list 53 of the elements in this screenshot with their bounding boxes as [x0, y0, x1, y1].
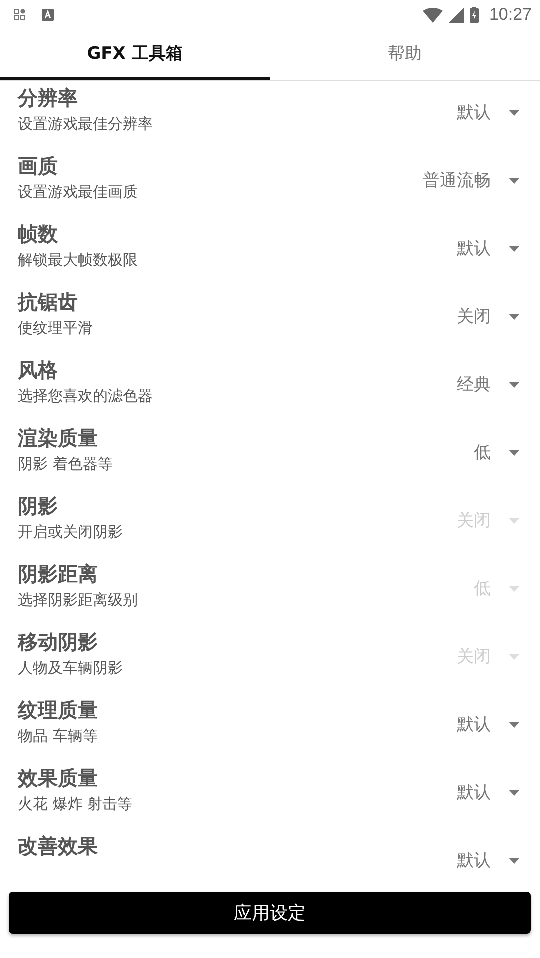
setting-dropdown[interactable]: 关闭 [457, 305, 520, 328]
signal-icon [449, 8, 464, 22]
setting-title: 帧数 [18, 221, 59, 248]
setting-dropdown[interactable]: 默认 [457, 781, 520, 804]
setting-title: 画质 [18, 153, 59, 180]
setting-title: 渲染质量 [18, 425, 99, 452]
keyboard-icon [42, 9, 54, 21]
setting-title: 纹理质量 [18, 697, 98, 724]
setting-description: 开启或关闭阴影 [18, 523, 123, 542]
dropdown-caret-icon [509, 518, 520, 524]
dropdown-caret-icon [509, 450, 520, 456]
setting-dropdown[interactable]: 默认 [457, 713, 520, 736]
setting-title: 阴影距离 [18, 561, 99, 588]
apply-settings-button[interactable]: 应用设定 [9, 892, 531, 934]
setting-description: 选择阴影距离级别 [18, 591, 138, 610]
setting-title: 改善效果 [18, 833, 98, 860]
setting-dropdown[interactable]: 低 [474, 441, 520, 464]
status-time: 10:27 [489, 5, 532, 25]
wifi-icon [423, 8, 444, 22]
dropdown-caret-icon [509, 178, 520, 184]
setting-description: 选择您喜欢的滤色器 [18, 387, 153, 406]
setting-dropdown[interactable]: 普通流畅 [423, 169, 520, 192]
setting-description: 物品 车辆等 [18, 727, 98, 746]
dropdown-caret-icon [509, 314, 520, 320]
setting-description: 设置游戏最佳画质 [18, 183, 138, 202]
dropdown-caret-icon [509, 722, 520, 728]
setting-description: 使纹理平滑 [18, 319, 93, 338]
dropdown-caret-icon [509, 654, 520, 660]
setting-title: 效果质量 [18, 765, 99, 792]
setting-title: 风格 [18, 357, 59, 384]
dropdown-caret-icon [509, 110, 520, 116]
dropdown-caret-icon [509, 382, 520, 388]
setting-description: 阴影 着色器等 [18, 455, 113, 474]
setting-title: 移动阴影 [18, 629, 99, 656]
setting-dropdown[interactable]: 默认 [457, 237, 520, 260]
setting-title: 阴影 [18, 493, 59, 520]
setting-title: 抗锯齿 [18, 289, 79, 316]
setting-title: 分辨率 [18, 85, 79, 112]
dropdown-caret-icon [509, 246, 520, 252]
setting-description: 人物及车辆阴影 [18, 659, 123, 678]
setting-description: 设置游戏最佳分辨率 [18, 115, 153, 134]
setting-dropdown[interactable]: 默认 [457, 101, 520, 124]
setting-dropdown[interactable]: 默认 [457, 849, 520, 872]
dropdown-caret-icon [509, 858, 520, 864]
dropdown-caret-icon [509, 586, 520, 592]
tab[interactable]: GFX 工具箱 [0, 30, 270, 80]
battery-icon [470, 7, 480, 23]
setting-description: 解锁最大帧数极限 [18, 251, 138, 270]
apps-icon [14, 9, 26, 21]
setting-dropdown[interactable]: 经典 [457, 373, 520, 396]
tab[interactable]: 帮助 [270, 30, 540, 80]
dropdown-caret-icon [509, 790, 520, 796]
setting-description: 火花 爆炸 射击等 [18, 795, 133, 814]
